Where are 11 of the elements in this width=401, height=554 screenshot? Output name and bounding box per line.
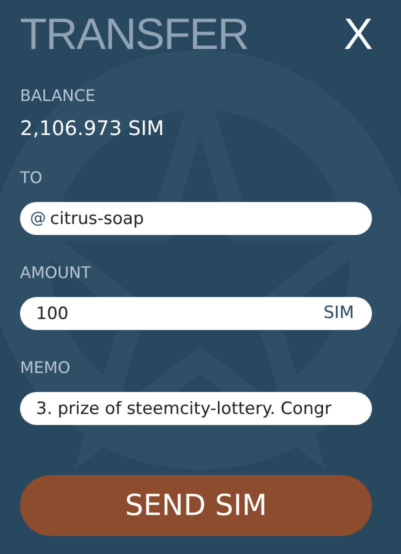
send-button[interactable]: SEND SIM: [20, 475, 372, 536]
dialog-title: TRANSFER: [20, 13, 248, 57]
balance-label: BALANCE: [20, 86, 96, 106]
memo-field[interactable]: 3. prize of steemcity-lottery. Congr: [20, 392, 372, 425]
balance-value: 2,106.973 SIM: [20, 116, 165, 140]
field-label: AMOUNT: [20, 263, 92, 283]
field-label: TO: [20, 168, 44, 188]
field-label: MEMO: [20, 358, 72, 378]
currency-unit: SIM: [324, 302, 354, 324]
at-sign: @: [30, 208, 46, 228]
close-button[interactable]: X: [344, 13, 373, 57]
